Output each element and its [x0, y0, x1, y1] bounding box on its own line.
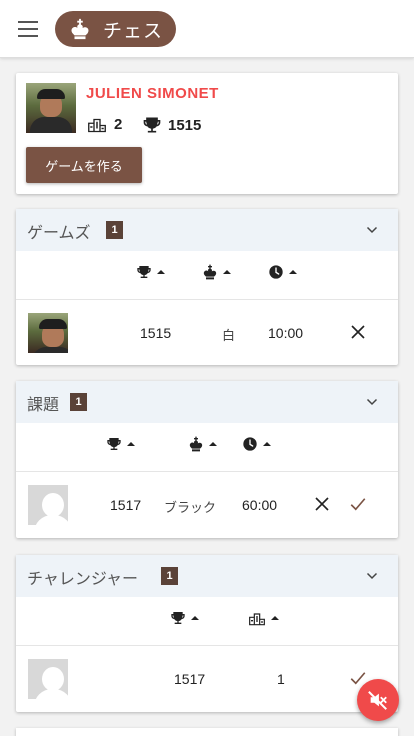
challengers-count-badge: 1 [161, 567, 178, 585]
challenger-row[interactable]: 1517 1 [16, 647, 398, 711]
trophy-icon [142, 115, 162, 135]
games-title: ゲームズ [27, 223, 91, 242]
profile-card: JULIEN SIMONET 2 1515 ゲームを作る [16, 73, 398, 194]
game-color: 白 [222, 329, 236, 344]
trophy-icon [170, 610, 186, 626]
create-game-button[interactable]: ゲームを作る [26, 147, 142, 183]
sort-by-rating[interactable] [106, 436, 135, 452]
player-rank-value: 2 [114, 115, 123, 133]
chess-king-icon [202, 264, 218, 280]
problems-section: 課題 1 1517 ブラック 60:00 [16, 381, 398, 538]
chevron-down-icon[interactable] [366, 224, 378, 236]
challengers-sort-row [16, 597, 398, 646]
sort-by-time[interactable] [242, 436, 271, 452]
player-rank: 2 [86, 115, 122, 133]
games-count-badge: 1 [106, 221, 123, 239]
menu-icon[interactable] [18, 21, 38, 37]
trophy-icon [136, 264, 152, 280]
chevron-down-icon[interactable] [366, 396, 378, 408]
problems-title: 課題 [27, 395, 60, 414]
player-rating-value: 1515 [168, 116, 202, 134]
challenger-rating: 1517 [174, 671, 206, 687]
close-icon[interactable] [349, 323, 367, 341]
podium-icon [86, 115, 108, 133]
chess-king-icon [188, 436, 204, 452]
clock-icon [242, 436, 258, 452]
opponent-avatar [28, 313, 68, 353]
game-row[interactable]: 1515 白 10:00 [16, 301, 398, 365]
problems-section-header[interactable]: 課題 1 [16, 381, 398, 423]
challengers-section: チャレンジャー 1 1517 1 [16, 555, 398, 712]
app-brand-button[interactable]: チェス [55, 11, 176, 47]
close-icon[interactable] [313, 495, 331, 513]
games-section-header[interactable]: ゲームズ 1 [16, 209, 398, 251]
placeholder-avatar [28, 485, 68, 525]
sort-by-color[interactable] [202, 264, 231, 280]
sort-by-color[interactable] [188, 436, 217, 452]
game-rating: 1515 [140, 325, 172, 341]
problem-time: 60:00 [242, 497, 278, 513]
problem-row[interactable]: 1517 ブラック 60:00 [16, 473, 398, 537]
app-header: チェス [0, 0, 414, 58]
trophy-icon [106, 436, 122, 452]
sort-by-rating[interactable] [170, 610, 199, 626]
clock-icon [268, 264, 284, 280]
sort-by-rating[interactable] [136, 264, 165, 280]
check-icon[interactable] [349, 495, 367, 513]
challengers-section-header[interactable]: チャレンジャー 1 [16, 555, 398, 597]
podium-icon [248, 610, 266, 626]
mute-icon [368, 691, 387, 710]
games-section: ゲームズ 1 1515 白 10:00 [16, 209, 398, 365]
chevron-down-icon[interactable] [366, 570, 378, 582]
chess-king-icon [69, 18, 91, 40]
problem-color: ブラック [164, 501, 217, 516]
games-sort-row [16, 251, 398, 300]
app-title: チェス [103, 19, 164, 42]
player-rating: 1515 [142, 115, 201, 135]
game-time: 10:00 [268, 325, 304, 341]
sort-by-rank[interactable] [248, 610, 279, 626]
next-section-card [16, 728, 398, 736]
problems-sort-row [16, 423, 398, 472]
problems-count-badge: 1 [70, 393, 87, 411]
sort-by-time[interactable] [268, 264, 297, 280]
player-avatar[interactable] [26, 83, 76, 133]
problem-rating: 1517 [110, 497, 142, 513]
mute-sound-button[interactable] [357, 679, 399, 721]
challengers-title: チャレンジャー [27, 569, 139, 588]
player-name[interactable]: JULIEN SIMONET [86, 85, 219, 102]
placeholder-avatar [28, 659, 68, 699]
challenger-rank: 1 [277, 671, 285, 687]
